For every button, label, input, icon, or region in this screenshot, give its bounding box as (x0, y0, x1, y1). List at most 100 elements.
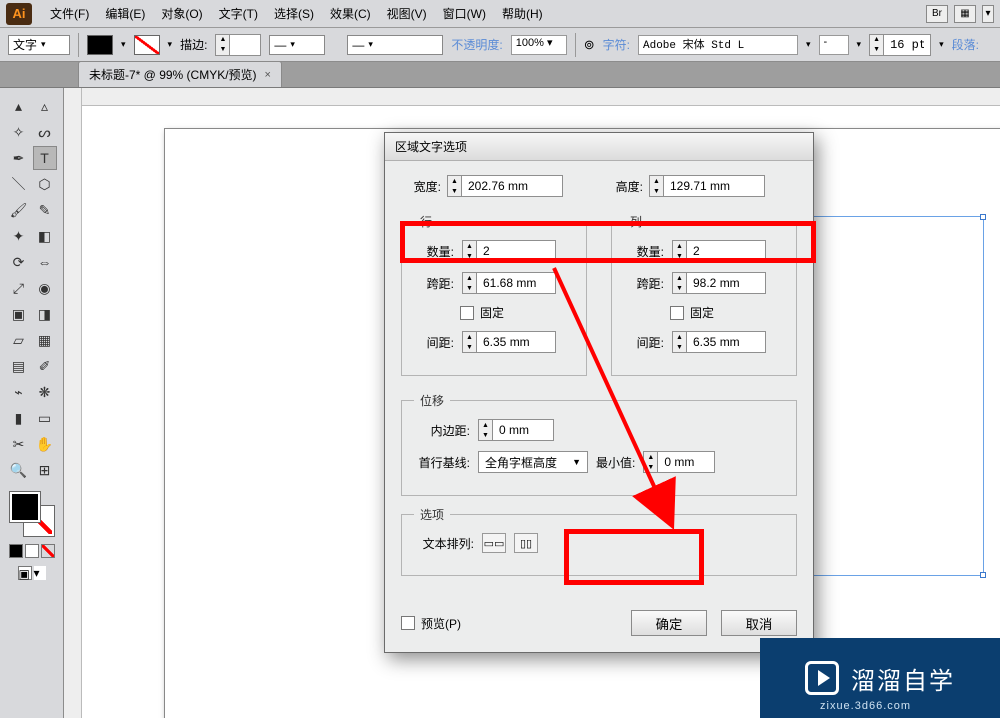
width-label: 宽度: (401, 178, 441, 195)
type-tool[interactable]: T (33, 146, 57, 170)
baseline-dropdown[interactable]: 全角字框高度▼ (478, 451, 588, 473)
character-label: 字符: (603, 36, 630, 53)
toolbox: ▴ ▵ ✧ ᔕ ✒ T ＼ ⬡ 🖌 ✎ ✦ ◧ ⟳ ⇔ ⤢ ◉ ▣ ◨ ▱ ▦ … (0, 88, 64, 718)
menu-file[interactable]: 文件(F) (42, 1, 97, 26)
color-mode-none[interactable] (41, 544, 55, 558)
lasso-tool[interactable]: ᔕ (33, 120, 57, 144)
bridge-button[interactable]: Br (926, 5, 948, 23)
menu-window[interactable]: 窗口(W) (435, 1, 494, 26)
stroke-weight-input[interactable]: ▲▼ (215, 34, 261, 56)
menu-view[interactable]: 视图(V) (379, 1, 435, 26)
menu-effect[interactable]: 效果(C) (322, 1, 379, 26)
dialog-title[interactable]: 区域文字选项 (385, 133, 813, 161)
cols-span-input[interactable]: ▲▼ (672, 272, 766, 294)
baseline-label: 首行基线: (414, 454, 470, 471)
fill-stroke-swatches[interactable] (10, 492, 54, 536)
hand-tool[interactable]: ✋ (33, 432, 57, 456)
tool-mode-dropdown[interactable]: 文字▾ (8, 35, 70, 55)
symbol-spray-tool[interactable]: ❋ (33, 380, 57, 404)
graph-tool[interactable]: ▮ (7, 406, 31, 430)
warp-tool[interactable]: ◉ (33, 276, 57, 300)
stroke-dash-dropdown[interactable]: —▾ (269, 35, 325, 55)
direct-selection-tool[interactable]: ▵ (33, 94, 57, 118)
rows-count-label: 数量: (414, 243, 454, 260)
height-label: 高度: (603, 178, 643, 195)
menu-help[interactable]: 帮助(H) (494, 1, 551, 26)
pencil-tool[interactable]: ✎ (33, 198, 57, 222)
line-tool[interactable]: ＼ (7, 172, 31, 196)
scale-tool[interactable]: ⤢ (7, 276, 31, 300)
shape-builder-tool[interactable]: ◨ (33, 302, 57, 326)
pen-tool[interactable]: ✒ (7, 146, 31, 170)
cols-count-input[interactable]: ▲▼ (672, 240, 766, 262)
rows-gutter-input[interactable]: ▲▼ (462, 331, 556, 353)
ok-button[interactable]: 确定 (631, 610, 707, 636)
gradient-tool[interactable]: ▤ (7, 354, 31, 378)
font-style-dropdown[interactable]: - (819, 35, 849, 55)
min-label: 最小值: (596, 454, 635, 471)
color-mode-solid[interactable] (9, 544, 23, 558)
canvas[interactable]: 不芳；君子修道，不 ，九层之台起于累土 下；欲成大器，须耐 躁，一生不济；百年 … (64, 88, 1000, 718)
blend-tool[interactable]: ⌁ (7, 380, 31, 404)
perspective-tool[interactable]: ▱ (7, 328, 31, 352)
free-transform-tool[interactable]: ▣ (7, 302, 31, 326)
artboard-tool[interactable]: ▭ (33, 406, 57, 430)
menu-object[interactable]: 对象(O) (153, 1, 210, 26)
blob-brush-tool[interactable]: ✦ (7, 224, 31, 248)
menu-select[interactable]: 选择(S) (266, 1, 322, 26)
menu-bar: Ai 文件(F) 编辑(E) 对象(O) 文字(T) 选择(S) 效果(C) 视… (0, 0, 1000, 28)
screen-mode-normal[interactable]: ▣ (18, 566, 32, 580)
inset-label: 内边距: (414, 422, 470, 439)
width-input[interactable]: ▲▼ (447, 175, 563, 197)
workspace: ▴ ▵ ✧ ᔕ ✒ T ＼ ⬡ 🖌 ✎ ✦ ◧ ⟳ ⇔ ⤢ ◉ ▣ ◨ ▱ ▦ … (0, 88, 1000, 718)
flow-label: 文本排列: (414, 535, 474, 552)
height-input[interactable]: ▲▼ (649, 175, 765, 197)
cancel-button[interactable]: 取消 (721, 610, 797, 636)
rows-span-input[interactable]: ▲▼ (462, 272, 556, 294)
eyedropper-tool[interactable]: ✐ (33, 354, 57, 378)
opacity-input[interactable]: 100% ▾ (511, 35, 567, 55)
menu-type[interactable]: 文字(T) (211, 1, 266, 26)
cols-gutter-label: 间距: (624, 334, 664, 351)
color-mode-gradient[interactable] (25, 544, 39, 558)
selection-tool[interactable]: ▴ (7, 94, 31, 118)
rotate-tool[interactable]: ⟳ (7, 250, 31, 274)
min-input[interactable]: ▲▼ (643, 451, 715, 473)
slice-tool[interactable]: ✂ (7, 432, 31, 456)
menu-edit[interactable]: 编辑(E) (97, 1, 153, 26)
eraser-tool[interactable]: ◧ (33, 224, 57, 248)
fill-swatch[interactable] (87, 35, 113, 55)
font-size-input[interactable]: ▲▼ (869, 34, 931, 56)
brush-tool[interactable]: 🖌 (7, 198, 31, 222)
arrange-dropdown[interactable]: ▾ (982, 5, 994, 23)
rows-fixed-checkbox[interactable]: 固定 (460, 304, 574, 321)
magic-wand-tool[interactable]: ✧ (7, 120, 31, 144)
print-tiling-tool[interactable]: ⊞ (33, 458, 57, 482)
zoom-tool[interactable]: 🔍 (7, 458, 31, 482)
preview-checkbox[interactable]: 预览(P) (401, 615, 461, 632)
mesh-tool[interactable]: ▦ (33, 328, 57, 352)
close-tab-icon[interactable]: × (265, 69, 271, 81)
offset-group: 位移 内边距: ▲▼ 首行基线: 全角字框高度▼ 最小值: ▲▼ (401, 392, 797, 496)
flow-horizontal-button[interactable]: ▭▭ (482, 533, 506, 553)
document-tab[interactable]: 未标题-7* @ 99% (CMYK/预览)× (78, 61, 282, 87)
rows-group: 行 数量: ▲▼ 跨距: ▲▼ 固定 间距: ▲▼ (401, 213, 587, 376)
options-bar: 文字▾ ▾ ▾ 描边: ▲▼ —▾ —▾ 不透明度: 100% ▾ ⊚ 字符: … (0, 28, 1000, 62)
cols-gutter-input[interactable]: ▲▼ (672, 331, 766, 353)
opacity-label: 不透明度: (451, 36, 502, 53)
arrange-docs-button[interactable]: ▦ (954, 5, 976, 23)
flow-vertical-button[interactable]: ▯▯ (514, 533, 538, 553)
rows-span-label: 跨距: (414, 275, 454, 292)
rows-count-input[interactable]: ▲▼ (462, 240, 556, 262)
fill-color[interactable] (10, 492, 40, 522)
reflect-tool[interactable]: ⇔ (33, 250, 57, 274)
paragraph-label: 段落: (952, 36, 979, 53)
stroke-swatch[interactable] (134, 35, 160, 55)
inset-input[interactable]: ▲▼ (478, 419, 554, 441)
font-family-dropdown[interactable]: Adobe 宋体 Std L (638, 35, 798, 55)
cols-fixed-checkbox[interactable]: 固定 (670, 304, 784, 321)
document-tabstrip: 未标题-7* @ 99% (CMYK/预览)× (0, 62, 1000, 88)
cols-span-label: 跨距: (624, 275, 664, 292)
shape-tool[interactable]: ⬡ (33, 172, 57, 196)
brush-def-dropdown[interactable]: —▾ (347, 35, 443, 55)
